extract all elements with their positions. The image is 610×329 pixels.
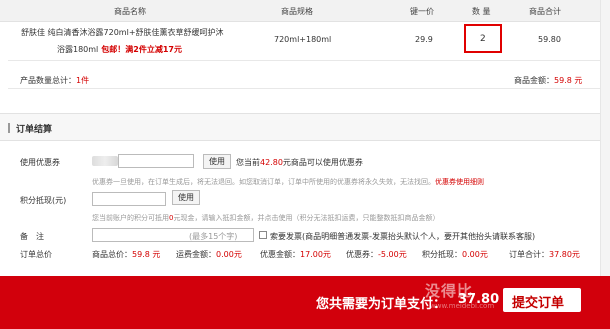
- remark-label: 备 注: [20, 232, 44, 241]
- coupon-total-label: 优惠券：: [346, 250, 378, 259]
- col-product-spec: 商品规格: [281, 7, 313, 16]
- discount-total: 优惠金额：17.00元: [260, 249, 331, 260]
- col-subtotal: 商品合计: [529, 7, 561, 16]
- order-sum: 订单合计：37.80元: [509, 249, 580, 260]
- goods-total-value: 59.8 元: [132, 250, 161, 259]
- coupon-label: 使用优惠券: [20, 158, 60, 167]
- points-total: 积分抵现：0.00元: [422, 249, 488, 260]
- coupon-note-text: 优惠券一旦使用，在订单生成后，将无法退回。如您取消订单，订单中所使用的优惠券将永…: [92, 178, 435, 186]
- coupon-code-input[interactable]: [118, 154, 194, 168]
- product-count-label: 产品数量总计：: [20, 76, 76, 85]
- freight-label: 运费金额：: [176, 250, 216, 259]
- coupon-total: 优惠券：-5.00元: [346, 249, 407, 260]
- product-name-line2[interactable]: 浴露180ml 包邮！满2件立减17元: [57, 44, 182, 55]
- freight-total: 运费金额：0.00元: [176, 249, 242, 260]
- coupon-note: 优惠券一旦使用，在订单生成后，将无法退回。如您取消订单，订单中所使用的优惠券将永…: [92, 177, 484, 187]
- invoice-checkbox[interactable]: [259, 231, 267, 239]
- points-note-text-c: 元现金，请输入抵扣金额，并点击使用（积分无法抵扣运费，只能整数抵扣商品金额）: [173, 214, 440, 222]
- points-label: 积分抵现(元): [20, 196, 67, 205]
- goods-total-label: 商品总价：: [92, 250, 132, 259]
- divider: [8, 60, 600, 61]
- quantity-input[interactable]: 2: [464, 24, 502, 53]
- product-name-line2-text[interactable]: 浴露180ml: [57, 45, 98, 54]
- pay-total-label: 您共需要为订单支付：: [316, 297, 447, 312]
- points-note-text-a: 您当前账户的积分可抵用: [92, 214, 169, 222]
- discount-value: 17.00元: [300, 250, 331, 259]
- discount-label: 优惠金额：: [260, 250, 300, 259]
- points-note: 您当前账户的积分可抵用0元现金，请输入抵扣金额，并点击使用（积分无法抵扣运费，只…: [92, 213, 439, 223]
- coupon-total-value: -5.00元: [378, 250, 407, 259]
- promo-badge: 包邮！满2件立减17元: [101, 45, 182, 54]
- product-count: 产品数量总计：1件: [20, 75, 89, 86]
- coupon-info: 您当前42.80元商品可以使用优惠券: [236, 157, 363, 168]
- col-unit-price: 键一价: [410, 7, 434, 16]
- cart-table-header: 商品名称 商品规格 键一价 数 量 商品合计: [0, 0, 600, 22]
- coupon-info-text-a: 您当前: [236, 158, 260, 167]
- product-spec: 720ml+180ml: [274, 35, 332, 44]
- product-price: 29.9: [415, 35, 433, 44]
- order-total-label: 订单总价: [20, 250, 52, 259]
- freight-value: 0.00元: [216, 250, 242, 259]
- points-total-label: 积分抵现：: [422, 250, 462, 259]
- order-sum-label: 订单合计：: [509, 250, 549, 259]
- coupon-code-blurred: [92, 156, 118, 166]
- goods-amount: 商品金额：59.8 元: [514, 75, 582, 86]
- remark-placeholder: (最多15个字): [189, 232, 238, 241]
- checkout-title: 订单结算: [16, 125, 53, 135]
- coupon-rules-link[interactable]: 优惠券使用细则: [435, 178, 484, 186]
- quantity-value: 2: [480, 34, 486, 44]
- product-subtotal: 59.80: [538, 35, 561, 44]
- goods-total: 商品总价：59.8 元: [92, 249, 160, 260]
- goods-amount-value: 59.8 元: [554, 76, 583, 85]
- divider: [8, 88, 600, 89]
- col-product-name: 商品名称: [114, 7, 146, 16]
- submit-order-button[interactable]: 提交订单: [503, 288, 581, 312]
- coupon-info-text-c: 元商品可以使用优惠券: [282, 158, 363, 167]
- coupon-eligible-amount: 42.80: [260, 158, 283, 167]
- product-count-value: 1件: [76, 76, 90, 85]
- invoice-label[interactable]: 索要发票(商品明细普通发票-发票抬头默认个人，要开其他抬头请联系客服): [270, 231, 535, 242]
- pay-total-amount: 37.80: [458, 292, 500, 307]
- goods-amount-label: 商品金额：: [514, 76, 554, 85]
- page-edge: [600, 0, 610, 276]
- col-quantity: 数 量: [472, 7, 491, 16]
- order-sum-value: 37.80元: [549, 250, 580, 259]
- submit-order-label: 提交订单: [512, 296, 565, 311]
- product-name-line1[interactable]: 舒肤佳 纯白清香沐浴露720ml+舒肤佳薰衣草舒缓呵护沐: [21, 27, 224, 38]
- points-use-button[interactable]: 使用: [172, 190, 200, 205]
- coupon-use-button[interactable]: 使用: [203, 154, 231, 169]
- checkout-section-header: 订单结算: [0, 113, 600, 141]
- points-total-value: 0.00元: [462, 250, 488, 259]
- payment-footer-bar: 没得比 www.meidebi.com 您共需要为订单支付： 37.80 提交订…: [0, 276, 610, 329]
- section-marker-icon: [8, 123, 10, 133]
- remark-input[interactable]: (最多15个字): [92, 228, 254, 242]
- points-input[interactable]: [92, 192, 166, 206]
